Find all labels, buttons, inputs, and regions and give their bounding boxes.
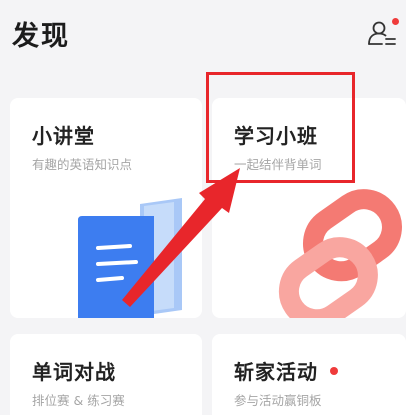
study-class-title: 学习小班 (234, 124, 318, 148)
lecture-card[interactable]: 小讲堂 有趣的英语知识点 (10, 98, 202, 318)
event-badge-dot (330, 367, 338, 375)
page-title: 发现 (12, 21, 70, 52)
lecture-title: 小讲堂 (32, 124, 95, 148)
chain-link-icon (278, 189, 402, 318)
study-class-subtitle: 一起结伴背单词 (234, 157, 322, 172)
word-battle-title: 单词对战 (32, 360, 116, 384)
lecture-subtitle: 有趣的英语知识点 (32, 157, 133, 172)
event-title: 斩家活动 (234, 360, 318, 384)
word-battle-card[interactable]: 单词对战 排位赛 & 练习赛 (10, 334, 202, 415)
header: 发现 (0, 0, 406, 80)
document-icon (78, 198, 182, 318)
profile-button[interactable] (366, 16, 400, 50)
word-battle-subtitle: 排位赛 & 练习赛 (32, 393, 125, 408)
study-class-card[interactable]: 学习小班 一起结伴背单词 (212, 98, 406, 318)
event-card[interactable]: 斩家活动 参与活动赢铜板 (212, 334, 406, 415)
notification-dot (392, 18, 399, 25)
event-subtitle: 参与活动赢铜板 (234, 393, 322, 408)
